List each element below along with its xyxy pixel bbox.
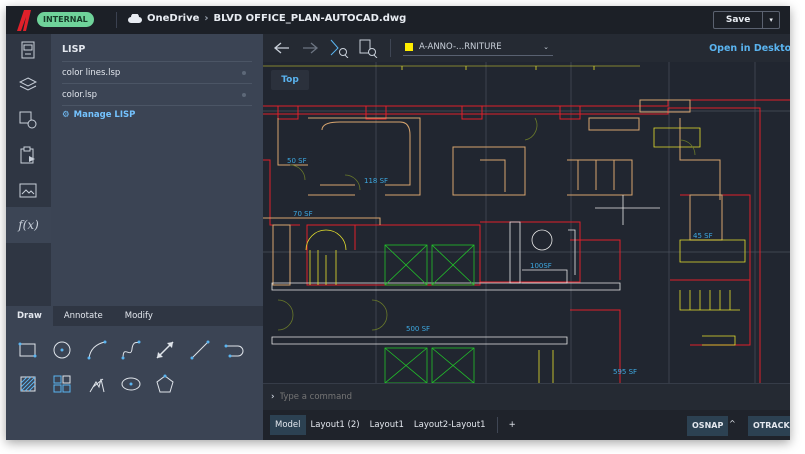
room-label: 500 SF — [406, 325, 430, 333]
tab-layout1[interactable]: Layout1 — [365, 415, 409, 435]
dimension-tool-icon[interactable] — [154, 339, 176, 361]
room-labels: 50 SF 118 SF 70 SF 100SF 45 SF 500 SF 59… — [287, 157, 713, 376]
redo-icon[interactable] — [301, 40, 319, 56]
divider — [62, 105, 252, 106]
rectangle-tool-icon[interactable] — [17, 339, 39, 361]
function-icon[interactable]: f(x) — [6, 207, 51, 243]
manage-lisp-label: Manage LISP — [73, 110, 136, 120]
file-name: BLVD OFFICE_PLAN-AUTOCAD.dwg — [213, 13, 407, 24]
otrack-toggle[interactable]: OTRACK — [748, 416, 790, 436]
room-label: 100SF — [530, 262, 552, 270]
save-options-chevron-icon[interactable]: ▾ — [763, 12, 779, 28]
panel-title: LISP — [62, 44, 86, 55]
tab-draw[interactable]: Draw — [6, 306, 53, 326]
breadcrumb-onedrive[interactable]: OneDrive — [147, 13, 199, 24]
side-rail: f(x) — [6, 34, 51, 306]
layer-dropdown[interactable]: A-ANNO-...RNITURE ⌄ — [403, 39, 553, 56]
tab-modify[interactable]: Modify — [114, 306, 164, 326]
palette-tabs: Draw Annotate Modify — [6, 306, 263, 326]
autocad-logo — [17, 10, 31, 31]
layer-color-swatch — [405, 43, 413, 51]
divider — [390, 39, 391, 57]
lisp-file-name: color lines.lsp — [62, 67, 121, 78]
status-dot — [242, 70, 246, 75]
tool-palette: Draw Annotate Modify — [6, 306, 263, 440]
layer-name: A-ANNO-...RNITURE — [419, 42, 502, 52]
canvas-toolbar: A-ANNO-...RNITURE ⌄ Open in Desktop — [263, 34, 790, 62]
room-label: 45 SF — [693, 232, 713, 240]
tab-layout2-layout1[interactable]: Layout2-Layout1 — [409, 415, 491, 435]
divider — [116, 12, 117, 28]
polygon-tool-icon[interactable] — [154, 373, 176, 395]
gear-icon: ⚙ — [62, 110, 70, 120]
lisp-file-item[interactable]: color.lsp — [62, 83, 252, 105]
status-bar: Model Layout1 (2) Layout1 Layout2-Layout… — [263, 410, 790, 440]
polyline-tool-icon[interactable] — [223, 339, 245, 361]
sketch-tool-icon[interactable] — [86, 373, 108, 395]
lisp-panel: LISP color lines.lsp color.lsp ⚙ Manage L… — [51, 34, 263, 306]
block-icon[interactable] — [17, 109, 39, 131]
walls — [263, 99, 790, 383]
zoom-extents-icon[interactable] — [329, 38, 349, 58]
command-input[interactable] — [279, 392, 580, 402]
save-button[interactable]: Save — [714, 12, 764, 28]
function-label: f(x) — [18, 218, 39, 232]
room-label: 118 SF — [364, 177, 388, 185]
zoom-window-icon[interactable] — [358, 38, 378, 58]
osnap-options-caret[interactable]: ^ — [729, 419, 736, 428]
hatch-tool-icon[interactable] — [17, 373, 39, 395]
title-bar: INTERNAL OneDrive › BLVD OFFICE_PLAN-AUT… — [6, 6, 790, 34]
sheet-icon[interactable] — [17, 39, 39, 61]
layers-icon[interactable] — [17, 74, 39, 96]
clipboard-icon[interactable] — [17, 144, 39, 166]
lisp-file-name: color.lsp — [62, 89, 98, 100]
partitions — [271, 195, 660, 345]
lisp-file-item[interactable]: color lines.lsp — [62, 61, 252, 83]
tab-annotate[interactable]: Annotate — [53, 306, 114, 326]
undo-icon[interactable] — [273, 40, 291, 56]
ellipse-tool-icon[interactable] — [120, 373, 142, 395]
breadcrumb: OneDrive › BLVD OFFICE_PLAN-AUTOCAD.dwg — [128, 13, 406, 24]
chevron-down-icon: ⌄ — [543, 43, 549, 51]
arc-tool-icon[interactable] — [86, 339, 108, 361]
floor-plan-drawing: 50 SF 118 SF 70 SF 100SF 45 SF 500 SF 59… — [263, 62, 790, 383]
status-dot — [242, 92, 246, 97]
breadcrumb-separator: › — [204, 13, 209, 24]
line-tool-icon[interactable] — [189, 339, 211, 361]
array-tool-icon[interactable] — [51, 373, 73, 395]
view-cube-top-button[interactable]: Top — [271, 70, 309, 90]
command-line[interactable]: › — [263, 383, 790, 410]
room-label: 50 SF — [287, 157, 307, 165]
command-prompt-icon: › — [271, 392, 275, 402]
drawing-canvas[interactable]: 50 SF 118 SF 70 SF 100SF 45 SF 500 SF 59… — [263, 62, 790, 383]
cloud-icon — [128, 14, 142, 23]
circle-tool-icon[interactable] — [51, 339, 73, 361]
room-label: 595 SF — [613, 368, 637, 376]
door-swings — [277, 117, 696, 331]
osnap-toggle[interactable]: OSNAP — [687, 416, 729, 436]
open-in-desktop-link[interactable]: Open in Desktop — [709, 43, 790, 54]
add-layout-button[interactable]: + — [504, 415, 521, 435]
manage-lisp-link[interactable]: ⚙ Manage LISP — [62, 110, 135, 120]
divider — [496, 417, 498, 433]
room-label: 70 SF — [293, 210, 313, 218]
app-window: INTERNAL OneDrive › BLVD OFFICE_PLAN-AUT… — [6, 6, 790, 440]
elevators — [384, 244, 475, 383]
internal-badge: INTERNAL — [37, 12, 94, 27]
spline-tool-icon[interactable] — [120, 339, 142, 361]
tab-layout1-2[interactable]: Layout1 (2) — [306, 415, 365, 435]
furniture — [263, 99, 723, 286]
save-button-group: Save ▾ — [713, 11, 780, 29]
image-icon[interactable] — [17, 179, 39, 201]
tab-model[interactable]: Model — [270, 415, 306, 435]
